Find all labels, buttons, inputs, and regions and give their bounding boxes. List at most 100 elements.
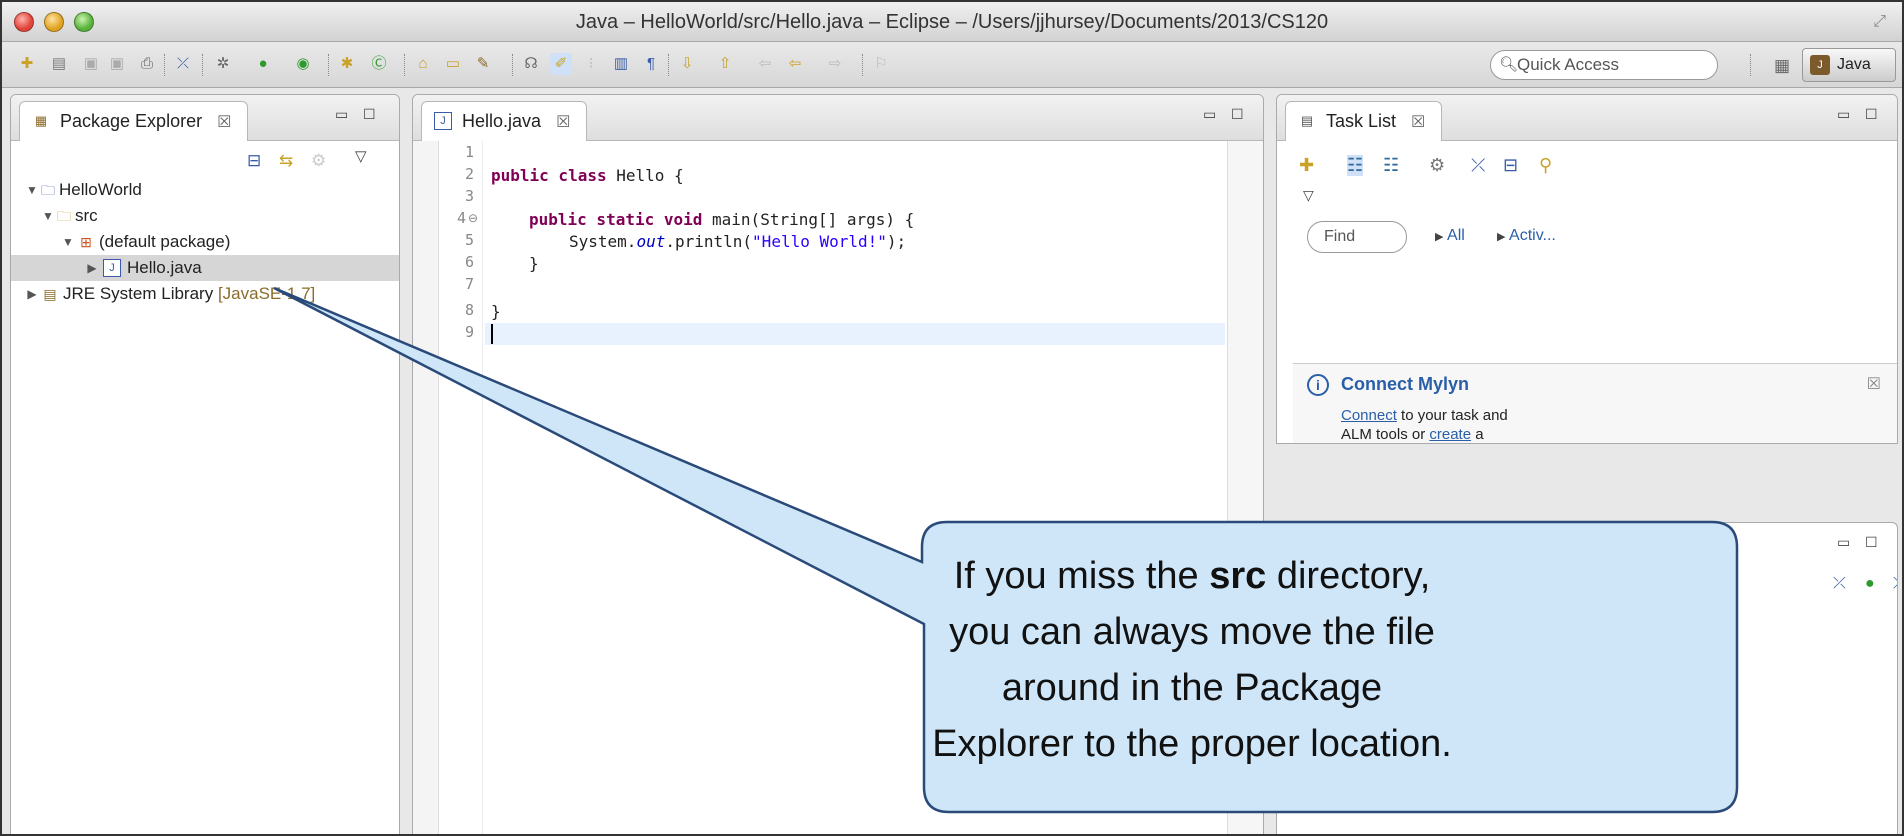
java-file-icon: J [434, 112, 452, 130]
pilcrow-icon[interactable]: ¶ [640, 53, 662, 75]
hide-static-icon[interactable]: ⤫ [1833, 575, 1846, 593]
hide-local-types-icon[interactable]: ⤫ [1893, 575, 1897, 593]
code-text: Hello { [606, 166, 684, 185]
scheduled-icon[interactable]: ☷ [1383, 155, 1399, 176]
find-placeholder: Find [1324, 228, 1356, 245]
java-perspective-button[interactable]: J Java [1802, 48, 1896, 82]
new-task-icon[interactable]: ✚ [1299, 155, 1314, 176]
minimize-icon[interactable]: ▭ [1837, 107, 1853, 121]
code-line: public static void main(String[] args) { [529, 209, 914, 230]
tree-item-jre-library[interactable]: ▶ ▤ JRE System Library [JavaSE-1.7] [11, 281, 399, 307]
close-icon[interactable]: ☒ [217, 114, 231, 131]
open-type-icon[interactable]: ⌂ [412, 53, 434, 75]
save-all-icon[interactable]: ▣ [106, 53, 128, 75]
tab-hello-java[interactable]: J Hello.java ☒ [421, 101, 588, 141]
maximize-icon[interactable]: ☐ [1231, 107, 1247, 121]
categorized-icon[interactable]: ☷ [1347, 155, 1364, 176]
annotation-ruler[interactable] [413, 141, 439, 834]
run-external-tools-icon[interactable]: ◉ [292, 53, 314, 75]
toolbar-separator [404, 54, 405, 76]
focus-on-workweek-icon[interactable]: ⚙ [1429, 155, 1445, 176]
current-line-highlight [485, 323, 1225, 345]
connect-link[interactable]: Connect [1341, 407, 1397, 424]
task-list-icon: ▤ [1300, 113, 1314, 128]
tree-item-src[interactable]: ▼ 🗀 src [11, 203, 399, 229]
tree-item-default-package[interactable]: ▼ ⊞ (default package) [11, 229, 399, 255]
java-perspective-icon: J [1810, 55, 1830, 75]
synchronize-icon[interactable]: ⚲ [1539, 155, 1552, 176]
maximize-icon[interactable]: ☐ [1865, 107, 1881, 121]
tree-item-hello-java[interactable]: ▶ J Hello.java [11, 255, 399, 281]
new-java-project-icon[interactable]: ✱ [336, 53, 358, 75]
previous-annotation-icon[interactable]: ⇧ [714, 53, 736, 75]
link-with-editor-icon[interactable]: ⇆ [279, 151, 293, 171]
run-icon[interactable]: ● [252, 53, 274, 75]
window-title: Java – HelloWorld/src/Hello.java – Eclip… [575, 11, 1329, 33]
title-bar: Java – HelloWorld/src/Hello.java – Eclip… [2, 2, 1902, 42]
code-keyword: public static void [529, 210, 703, 229]
skip-breakpoints-icon[interactable]: ⤫ [172, 53, 194, 75]
maximize-icon[interactable]: ☐ [363, 107, 379, 121]
back-icon[interactable]: ⇦ [784, 53, 806, 75]
filter-all-link[interactable]: ▶ All [1435, 227, 1465, 245]
view-menu-icon[interactable]: ▽ [355, 147, 367, 165]
toolbar-separator [164, 54, 165, 76]
line-number: 5 [464, 231, 474, 249]
callout-text: If you miss the src directory, you can a… [932, 548, 1452, 772]
create-link[interactable]: create [1429, 426, 1471, 443]
find-task-field[interactable]: Find [1307, 221, 1407, 253]
tab-package-explorer[interactable]: ▦ Package Explorer ☒ [19, 101, 249, 141]
new-class-icon[interactable]: Ⓒ [368, 53, 390, 75]
collapsed-icon[interactable]: ▶ [25, 281, 39, 307]
minimize-icon[interactable]: ▭ [1837, 535, 1853, 549]
view-menu-icon[interactable]: ▽ [1303, 187, 1314, 204]
quick-access-field[interactable]: 🔍︎ Quick Access [1490, 50, 1718, 80]
tree-item-project[interactable]: ▼ 🗀 HelloWorld [11, 177, 399, 203]
new-type-icon[interactable]: ▤ [48, 53, 70, 75]
show-whitespace-icon[interactable]: ▥ [610, 53, 632, 75]
expanded-icon[interactable]: ▼ [25, 177, 39, 203]
minimize-icon[interactable]: ▭ [335, 107, 351, 121]
forward-icon[interactable]: ⇨ [824, 53, 846, 75]
search-tool-icon[interactable]: ✎ [472, 53, 494, 75]
fold-collapse-icon[interactable]: ⊖ [468, 211, 478, 225]
toggle-block-icon[interactable]: ⁝ [580, 53, 602, 75]
text-caret [491, 324, 493, 344]
last-edit-location-icon[interactable]: ⇦ [754, 53, 776, 75]
debug-icon[interactable]: ✲ [212, 53, 234, 75]
new-icon[interactable]: ✚ [16, 53, 38, 75]
tree-item-label: JRE System Library [63, 284, 214, 303]
open-perspective-button[interactable]: ▦ [1768, 51, 1796, 79]
editor-tabbar: J Hello.java ☒ ▭ ☐ [413, 95, 1263, 141]
print-icon[interactable]: ⎙ [136, 53, 158, 75]
collapse-all-icon[interactable]: ⊟ [247, 151, 261, 171]
tab-task-list[interactable]: ▤ Task List ☒ [1285, 101, 1443, 141]
expanded-icon[interactable]: ▼ [61, 229, 75, 255]
close-icon[interactable]: ☒ [1411, 114, 1425, 131]
fullscreen-icon[interactable]: ⤢ [1873, 13, 1886, 31]
line-number: 6 [464, 253, 474, 271]
toggle-highlight-icon[interactable]: ✐ [550, 53, 572, 75]
expanded-icon[interactable]: ▼ [41, 203, 55, 229]
toggle-mark-occurrences-icon[interactable]: ☊ [520, 53, 542, 75]
info-icon: i [1307, 374, 1329, 396]
collapse-all-icon[interactable]: ⊟ [1503, 155, 1518, 176]
minimize-icon[interactable]: ▭ [1203, 107, 1219, 121]
open-task-icon[interactable]: ▭ [442, 53, 464, 75]
eclipse-window: Java – HelloWorld/src/Hello.java – Eclip… [0, 0, 1904, 836]
pin-editor-icon[interactable]: ⚐ [870, 53, 892, 75]
open-perspective-icon: ▦ [1773, 56, 1791, 75]
next-annotation-icon[interactable]: ⇩ [676, 53, 698, 75]
filter-activate-link[interactable]: ▶ Activ... [1497, 227, 1556, 245]
close-icon[interactable]: ☒ [556, 114, 570, 131]
mylyn-text: Connect to your task and ALM tools or cr… [1341, 406, 1541, 443]
save-icon[interactable]: ▣ [80, 53, 102, 75]
close-icon[interactable]: ☒ [1867, 374, 1881, 394]
code-text: .println( [665, 232, 753, 251]
focus-on-task-icon[interactable]: ⚙ [311, 151, 326, 171]
hide-completed-icon[interactable]: ⤫ [1471, 155, 1485, 176]
project-icon: 🗀 [41, 182, 55, 198]
collapsed-icon[interactable]: ▶ [85, 255, 99, 281]
public-member-icon[interactable]: ● [1865, 575, 1875, 593]
maximize-icon[interactable]: ☐ [1865, 535, 1881, 549]
